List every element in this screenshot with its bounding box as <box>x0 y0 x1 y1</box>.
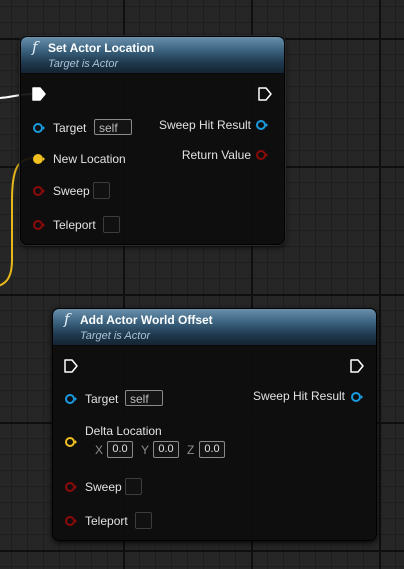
target-label: Target <box>53 121 87 135</box>
target-pin[interactable] <box>33 122 45 134</box>
z-value-field[interactable]: 0.0 <box>199 441 225 458</box>
sweep-checkbox[interactable] <box>125 478 142 495</box>
return-value-label: Return Value <box>181 148 251 162</box>
new-location-label: New Location <box>53 152 126 166</box>
teleport-label: Teleport <box>85 514 128 528</box>
exec-out-pin[interactable] <box>257 86 273 102</box>
x-value-field[interactable]: 0.0 <box>107 441 133 458</box>
sweep-hit-result-pin[interactable] <box>351 391 363 403</box>
function-icon: f <box>64 310 70 328</box>
delta-location-pin[interactable] <box>65 436 77 448</box>
node-header[interactable]: f Add Actor World Offset Target is Actor <box>53 309 376 346</box>
node-title: Set Actor Location <box>48 41 155 55</box>
node-header[interactable]: f Set Actor Location Target is Actor <box>21 37 284 74</box>
teleport-checkbox[interactable] <box>135 512 152 529</box>
sweep-hit-result-label: Sweep Hit Result <box>158 118 251 132</box>
sweep-hit-result-label: Sweep Hit Result <box>252 389 345 403</box>
teleport-pin[interactable] <box>65 515 77 527</box>
sweep-label: Sweep <box>85 480 122 494</box>
z-label: Z <box>187 443 195 457</box>
target-pin[interactable] <box>65 393 77 405</box>
sweep-label: Sweep <box>53 184 90 198</box>
y-label: Y <box>141 443 150 457</box>
exec-out-pin[interactable] <box>349 358 365 374</box>
target-value-field[interactable]: self <box>125 390 163 406</box>
sweep-hit-result-pin[interactable] <box>256 119 268 131</box>
teleport-checkbox[interactable] <box>103 216 120 233</box>
set-actor-location-node[interactable]: f Set Actor Location Target is Actor Tar… <box>20 36 285 245</box>
sweep-pin[interactable] <box>33 185 45 197</box>
target-value-field[interactable]: self <box>94 119 132 135</box>
target-label: Target <box>85 392 119 406</box>
node-subtitle: Target is Actor <box>48 58 119 70</box>
exec-in-pin[interactable] <box>31 86 47 102</box>
node-title: Add Actor World Offset <box>80 313 213 327</box>
teleport-label: Teleport <box>53 218 96 232</box>
sweep-checkbox[interactable] <box>93 182 110 199</box>
add-actor-world-offset-node[interactable]: f Add Actor World Offset Target is Actor… <box>52 308 377 541</box>
teleport-pin[interactable] <box>33 219 45 231</box>
x-label: X <box>95 443 104 457</box>
delta-location-label: Delta Location <box>85 424 162 438</box>
return-value-pin[interactable] <box>256 149 268 161</box>
y-value-field[interactable]: 0.0 <box>153 441 179 458</box>
new-location-pin[interactable] <box>33 153 45 165</box>
sweep-pin[interactable] <box>65 481 77 493</box>
function-icon: f <box>32 38 38 56</box>
node-subtitle: Target is Actor <box>80 330 151 342</box>
exec-in-pin[interactable] <box>63 358 79 374</box>
